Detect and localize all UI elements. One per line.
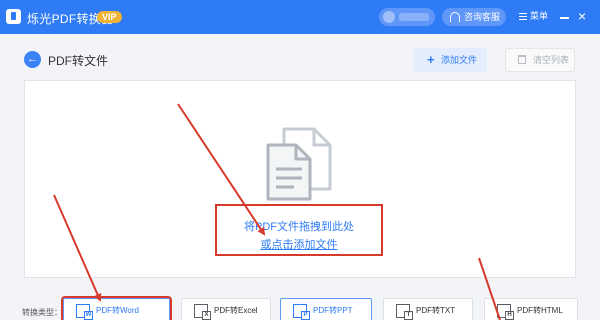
ppt-file-icon: P (293, 304, 310, 320)
drop-hint-text: 将PDF文件拖拽到此处 (244, 221, 354, 233)
vip-badge[interactable]: VIP (97, 11, 122, 23)
drop-instruction-box: 将PDF文件拖拽到此处 或点击添加文件 (215, 204, 383, 256)
headset-icon (450, 12, 460, 22)
minimize-button[interactable] (560, 17, 569, 19)
txt-file-icon: T (396, 304, 413, 320)
conversion-type-label: 转换类型： (22, 308, 62, 317)
click-add-file-link[interactable]: 或点击添加文件 (217, 236, 381, 252)
page-title: PDF转文件 (48, 54, 109, 68)
type-pdf-to-word[interactable]: W PDF转Word (61, 296, 172, 320)
add-file-label: 添加文件 (441, 55, 478, 65)
trash-icon (518, 55, 526, 64)
clear-list-button[interactable]: 清空列表 (505, 48, 575, 72)
clear-list-label: 清空列表 (533, 55, 570, 65)
app-logo-icon (6, 9, 21, 24)
add-file-button[interactable]: + 添加文件 (413, 48, 487, 72)
close-button[interactable]: × (578, 8, 586, 24)
excel-file-icon: X (194, 304, 211, 320)
type-pdf-to-excel[interactable]: X PDF转Excel (181, 298, 271, 320)
menu-button[interactable]: 菜单 (519, 9, 548, 22)
hamburger-icon (519, 13, 527, 20)
type-label: PDF转PPT (313, 306, 353, 315)
type-label: PDF转Word (96, 306, 139, 315)
back-button[interactable]: ← (24, 51, 41, 68)
type-pdf-to-txt[interactable]: T PDF转TXT (383, 298, 473, 320)
plus-icon: + (427, 52, 435, 67)
document-icon (266, 127, 332, 201)
avatar (383, 11, 395, 23)
user-account-button[interactable] (379, 8, 435, 26)
user-name-blurred (399, 13, 429, 21)
type-pdf-to-html[interactable]: H PDF转HTML (484, 298, 578, 320)
customer-service-button[interactable]: 咨询客服 (442, 8, 506, 26)
html-file-icon: H (497, 304, 514, 320)
type-label: PDF转HTML (517, 306, 563, 315)
word-file-icon: W (76, 304, 93, 320)
type-label: PDF转TXT (416, 306, 456, 315)
title-bar: 烁光PDF转换器 VIP 咨询客服 菜单 × (0, 0, 600, 34)
customer-service-label: 咨询客服 (464, 12, 501, 22)
type-label: PDF转Excel (214, 306, 258, 315)
type-pdf-to-ppt[interactable]: P PDF转PPT (280, 298, 372, 320)
menu-label: 菜单 (530, 11, 549, 21)
